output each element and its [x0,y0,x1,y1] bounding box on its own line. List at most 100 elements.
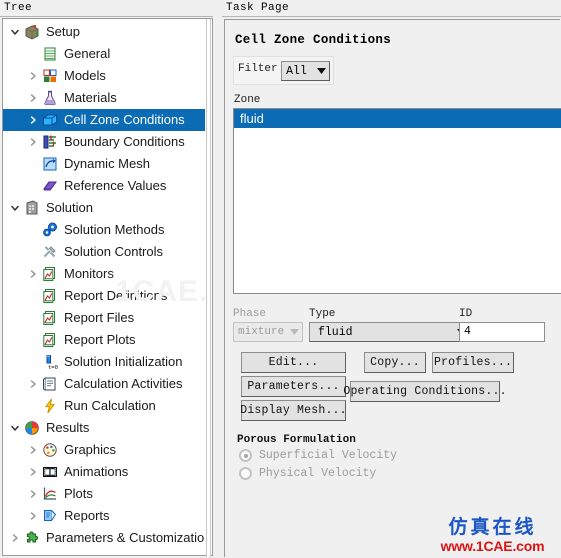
chevron-right-icon[interactable] [25,87,40,109]
tree-item-label: Parameters & Customization [46,530,205,545]
tree-item-label: Solution [46,200,93,215]
display-mesh-button[interactable]: Display Mesh... [240,400,347,421]
zone-properties-row: Phase Type ID mixture fluid 4 [233,308,553,344]
tree-list: Setup General Models Materials Cell Zone Con… [3,19,205,549]
task-page-panel: Task Page Cell Zone Conditions Filter Al… [222,0,561,558]
tree-item-report-definitions[interactable]: Report Definitions [3,285,205,307]
chevron-down-icon [286,329,302,335]
reference-values-icon [40,176,60,196]
tree-item-results[interactable]: Results [3,417,205,439]
tree-item-plots[interactable]: Plots [3,483,205,505]
filter-dropdown[interactable]: All [281,61,330,81]
tree-item-general[interactable]: General [3,43,205,65]
edit-button[interactable]: Edit... [241,352,346,373]
tree-item-solution-methods[interactable]: Solution Methods [3,219,205,241]
reports-icon [40,506,60,526]
type-dropdown[interactable]: fluid [309,322,470,342]
chevron-right-icon[interactable] [25,483,40,505]
chevron-right-icon[interactable] [25,505,40,527]
solution-controls-icon [40,242,60,262]
tree-item-label: Boundary Conditions [64,134,185,149]
zone-list-item[interactable]: fluid [234,109,561,128]
chevron-right-icon[interactable] [25,131,40,153]
radio-physical-velocity[interactable]: Physical Velocity [239,467,376,480]
tree-item-models[interactable]: Models [3,65,205,87]
tree-item-report-plots[interactable]: Report Plots [3,329,205,351]
tree-item-boundary-conditions[interactable]: Boundary Conditions [3,131,205,153]
phase-label: Phase [233,308,267,320]
tree-item-calculation-activities[interactable]: Calculation Activities [3,373,205,395]
results-icon [22,418,42,438]
tree-item-label: Dynamic Mesh [64,156,150,171]
task-page-body: Cell Zone Conditions Filter All Zone flu… [224,19,561,557]
tree-item-dynamic-mesh[interactable]: Dynamic Mesh [3,153,205,175]
zone-list[interactable]: fluid [233,108,561,294]
svg-text:t=0: t=0 [48,365,58,370]
tree-vertical-scrollbar[interactable] [205,18,213,557]
tree-item-label: Graphics [64,442,117,457]
graphics-icon [40,440,60,460]
chevron-right-icon[interactable] [25,461,40,483]
chevron-right-icon[interactable] [7,527,22,549]
filter-dropdown-value: All [286,64,307,78]
solution-icon [22,198,42,218]
chevron-right-icon[interactable] [25,373,40,395]
tree-item-run-calculation[interactable]: Run Calculation [3,395,205,417]
filter-group: Filter All [233,56,334,85]
tree-item-label: Plots [64,486,93,501]
chevron-right-icon[interactable] [25,439,40,461]
tree-scroll-area[interactable]: Setup General Models Materials Cell Zone Con… [2,18,205,556]
tree-item-materials[interactable]: Materials [3,87,205,109]
tree-item-label: Reference Values [64,178,167,193]
tree-item-reference-values[interactable]: Reference Values [3,175,205,197]
tree-item-label: Reports [64,508,110,523]
monitors-icon [40,264,60,284]
parameters-button[interactable]: Parameters... [241,376,346,397]
operating-conditions-button[interactable]: Operating Conditions... [343,381,506,402]
radio-unselected-icon [239,467,252,480]
models-icon [40,66,60,86]
tree-item-setup[interactable]: Setup [3,21,205,43]
chevron-right-icon[interactable] [25,263,40,285]
tree-item-solution[interactable]: Solution [3,197,205,219]
filter-label: Filter [238,63,278,75]
tree-item-label: Results [46,420,90,435]
page-title: Cell Zone Conditions [235,33,392,47]
chevron-right-icon[interactable] [25,109,40,131]
tree-item-cell-zone-conditions[interactable]: Cell Zone Conditions [3,109,205,131]
tree-item-report-files[interactable]: Report Files [3,307,205,329]
tree-item-reports[interactable]: Reports [3,505,205,527]
tree-item-solution-initialization[interactable]: t=0 Solution Initialization [3,351,205,373]
type-dropdown-value: fluid [318,325,353,339]
tree-scrollbar-thumb[interactable] [206,19,211,557]
radio-superficial-velocity[interactable]: Superficial Velocity [239,449,397,462]
chevron-down-icon[interactable] [7,21,22,43]
run-calculation-icon [40,396,60,416]
chevron-right-icon[interactable] [25,65,40,87]
tree-item-graphics[interactable]: Graphics [3,439,205,461]
tree-item-animations[interactable]: Animations [3,461,205,483]
id-field[interactable]: 4 [459,322,545,342]
tree-item-monitors[interactable]: Monitors [3,263,205,285]
tree-panel-title: Tree [0,0,213,17]
tree-panel: Tree Setup General Models Materials Cell Zon… [0,0,213,558]
tree-item-label: Cell Zone Conditions [64,112,185,127]
report-definitions-icon [40,286,60,306]
phase-dropdown-value: mixture [238,326,285,338]
chevron-down-icon[interactable] [7,417,22,439]
id-label: ID [459,308,473,320]
tree-item-solution-controls[interactable]: Solution Controls [3,241,205,263]
porous-formulation-title: Porous Formulation [237,434,356,446]
tree-item-parameters-customization[interactable]: Parameters & Customization [3,527,205,549]
profiles-button[interactable]: Profiles... [432,352,514,373]
copy-button[interactable]: Copy... [364,352,426,373]
dynamic-mesh-icon [40,154,60,174]
phase-dropdown[interactable]: mixture [233,322,303,342]
tree-item-label: Setup [46,24,80,39]
chevron-down-icon[interactable] [7,197,22,219]
